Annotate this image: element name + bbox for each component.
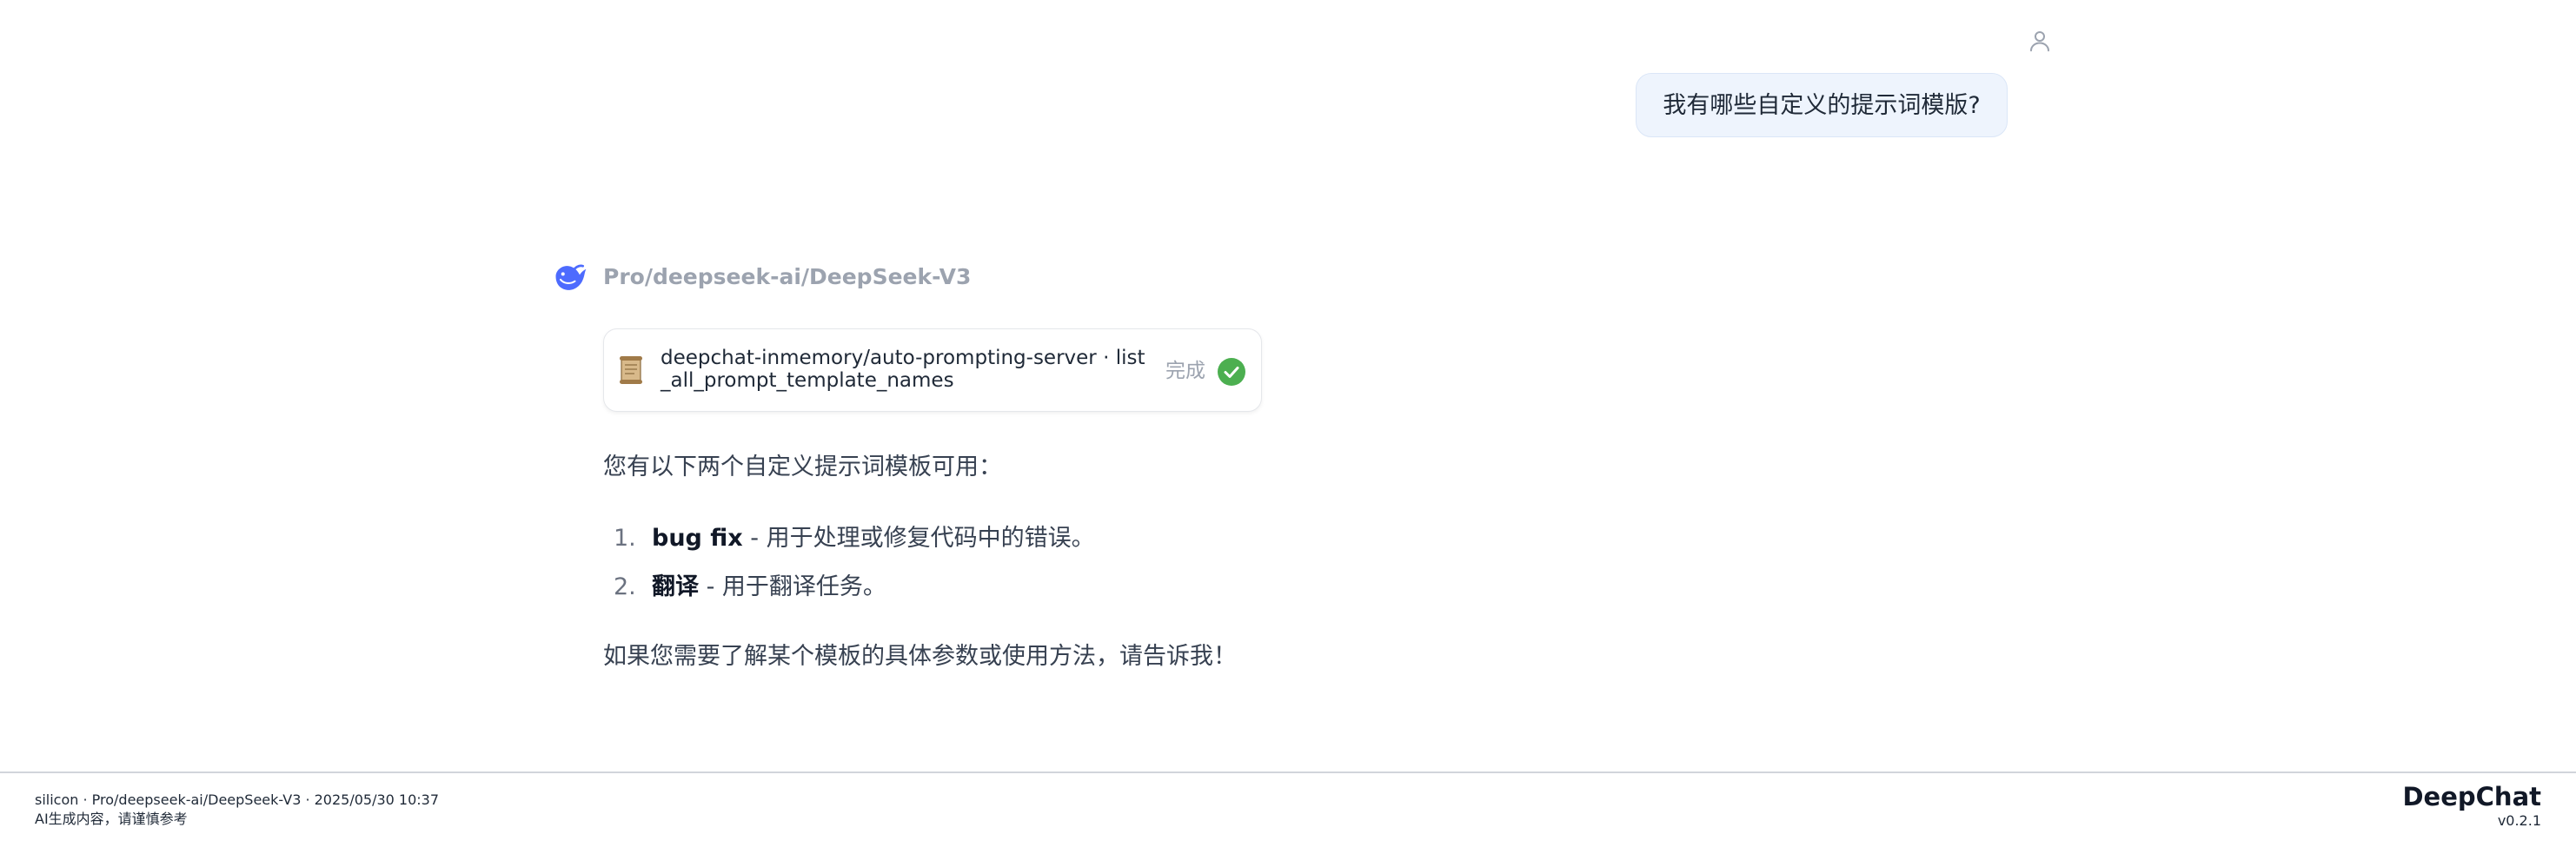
user-avatar xyxy=(2025,26,2055,56)
footer: silicon · Pro/deepseek-ai/DeepSeek-V3 · … xyxy=(0,771,2576,841)
list-item-term: bug fix xyxy=(652,525,743,552)
tool-call-name: deepchat-inmemory/auto-prompting-server … xyxy=(661,347,1145,392)
tool-call-card[interactable]: deepchat-inmemory/auto-prompting-server … xyxy=(603,328,1262,412)
list-item-number: 2. xyxy=(614,573,636,600)
user-message-bubble: 我有哪些自定义的提示词模版? xyxy=(1636,73,2008,137)
list-item-description: - 用于翻译任务。 xyxy=(699,573,886,600)
chat-page: 我有哪些自定义的提示词模版? Pro/deepseek-ai/DeepSeek-… xyxy=(0,0,2576,841)
app-brand: DeepChat xyxy=(2402,782,2541,811)
response-outro: 如果您需要了解某个模板的具体参数或使用方法，请告诉我！ xyxy=(603,643,1237,670)
message-meta: silicon · Pro/deepseek-ai/DeepSeek-V3 · … xyxy=(35,791,440,808)
list-item-description: - 用于处理或修复代码中的错误。 xyxy=(742,525,1095,552)
tool-call-status: 完成 xyxy=(1165,360,1205,382)
deepseek-whale-icon xyxy=(555,264,587,290)
user-message-text: 我有哪些自定义的提示词模版? xyxy=(1663,92,1981,119)
scroll-icon xyxy=(620,356,642,384)
list-item: 2. 翻译 - 用于翻译任务。 xyxy=(603,570,886,605)
model-name: Pro/deepseek-ai/DeepSeek-V3 xyxy=(603,264,972,289)
ai-disclaimer: AI生成内容，请谨慎参考 xyxy=(35,811,188,827)
list-item-term: 翻译 xyxy=(652,573,699,600)
list-item-number: 1. xyxy=(614,525,636,552)
app-version: v0.2.1 xyxy=(2497,812,2541,829)
user-icon xyxy=(2030,31,2049,52)
check-circle-icon xyxy=(1218,358,1245,386)
list-item: 1. bug fix - 用于处理或修复代码中的错误。 xyxy=(603,521,1095,556)
response-intro: 您有以下两个自定义提示词模板可用： xyxy=(603,454,1002,480)
